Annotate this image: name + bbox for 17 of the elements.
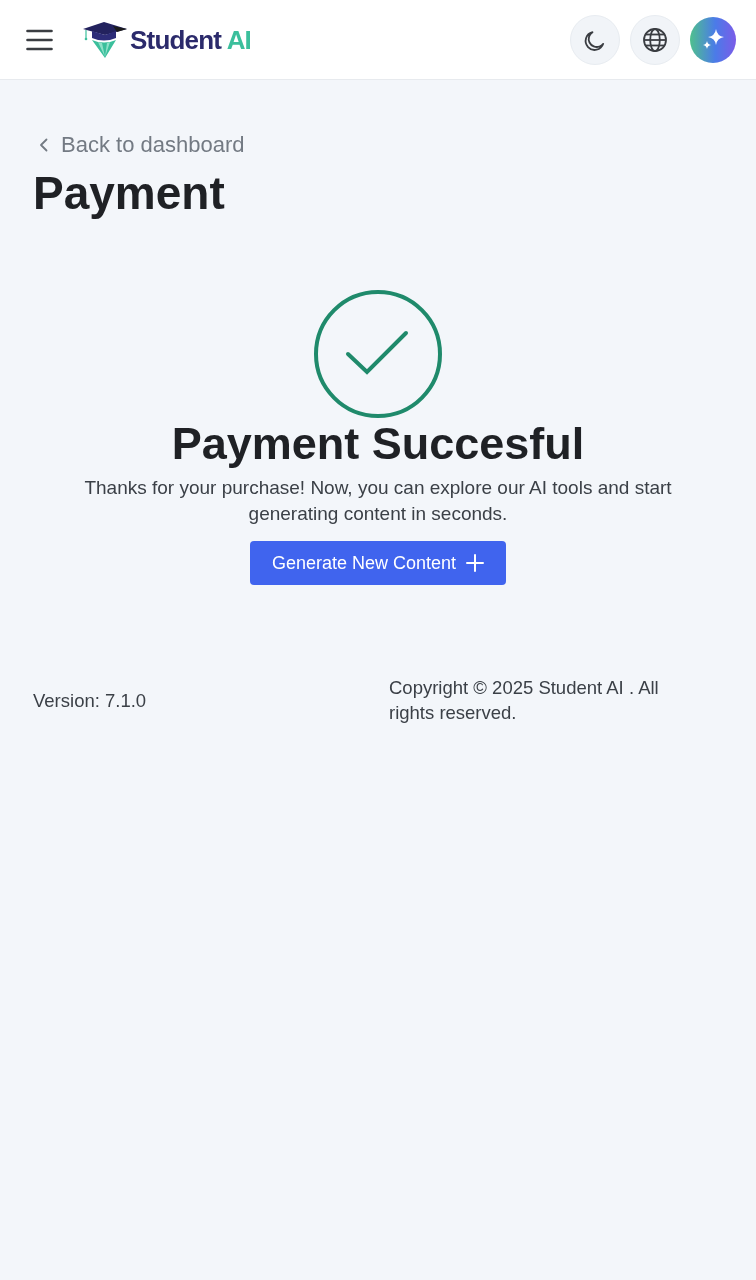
result-message: Thanks for your purchase! Now, you can explore our AI tools and start generating content in seconds.: [83, 476, 673, 526]
copyright-text: Copyright © 2025 Student AI . All rights reserved.: [389, 676, 660, 725]
back-to-dashboard-link[interactable]: Back to dashboard: [33, 132, 245, 158]
version-text: Version: 7.1.0: [33, 688, 148, 713]
logo-text: Student AI: [130, 26, 252, 53]
page-title: Payment: [33, 167, 226, 219]
menu-icon: [26, 28, 53, 51]
globe-icon: [642, 26, 668, 53]
graduation-cap-logo-icon: [82, 20, 128, 59]
result-heading: Payment Succesful: [170, 419, 586, 469]
generate-new-content-button[interactable]: Generate New Content: [249, 541, 507, 585]
chevron-left-icon: [39, 138, 48, 152]
theme-toggle-button[interactable]: [570, 14, 620, 65]
plus-icon: [466, 554, 485, 572]
menu-button[interactable]: [26, 28, 53, 51]
language-button[interactable]: [630, 14, 680, 65]
ai-assistant-button[interactable]: [690, 16, 736, 63]
